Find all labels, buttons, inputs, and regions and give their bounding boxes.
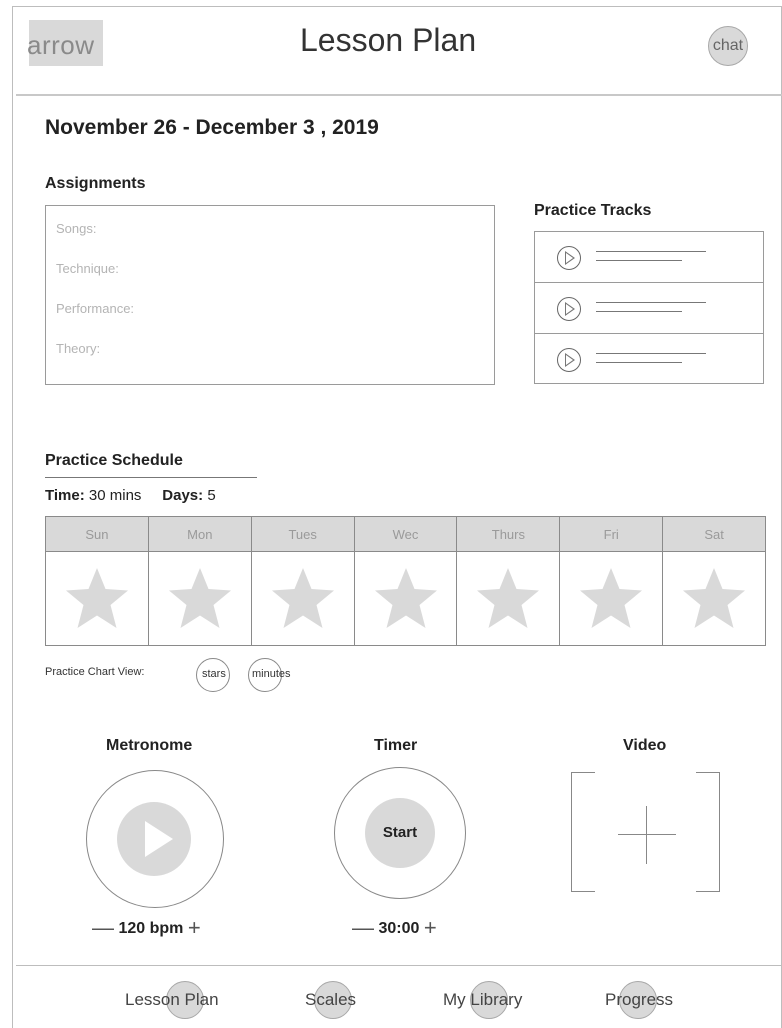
star-icon: [477, 568, 540, 628]
day-star-cell[interactable]: [663, 565, 765, 636]
star-icon: [580, 568, 643, 628]
day-label: Wec: [354, 517, 457, 552]
nav-my-library[interactable]: My Library: [443, 978, 543, 1024]
star-icon: [374, 568, 437, 628]
track-subtitle-placeholder: [596, 362, 682, 363]
assignment-songs: Songs:: [56, 221, 97, 236]
timer-title: Timer: [374, 737, 418, 754]
timer-controls: — 30:00 +: [352, 913, 437, 940]
bottom-nav-divider: [16, 965, 782, 966]
practice-track[interactable]: [535, 232, 763, 283]
play-icon: [145, 821, 173, 857]
track-subtitle-placeholder: [596, 260, 682, 261]
day-star-cell[interactable]: [457, 565, 559, 636]
days-value: 5: [207, 487, 216, 504]
play-triangle-icon: [565, 353, 575, 367]
nav-my-library-label: My Library: [443, 990, 523, 1009]
timer-value: 30:00: [378, 920, 420, 937]
assignment-theory: Theory:: [56, 341, 101, 356]
assignments-box[interactable]: Songs: Technique: Performance: Theory:: [45, 205, 495, 385]
metronome-title: Metronome: [106, 737, 193, 754]
add-video-icon-vertical[interactable]: [646, 806, 647, 864]
video-frame-right: [696, 772, 720, 892]
metronome-controls: — 120 bpm +: [92, 913, 201, 940]
video-frame-left: [571, 772, 595, 892]
day-column: Sun: [46, 517, 149, 645]
star-icon: [683, 568, 746, 628]
nav-lesson-plan-label: Lesson Plan: [125, 990, 219, 1009]
play-triangle-icon: [565, 251, 575, 265]
practice-tracks-list: [534, 231, 764, 384]
back-arrow-button[interactable]: arrow: [27, 20, 103, 66]
days-label: Days:: [162, 487, 204, 504]
day-label: Mon: [148, 517, 251, 552]
day-star-cell[interactable]: [355, 565, 457, 636]
metronome-bpm-value: 120 bpm: [118, 920, 184, 937]
star-icon: [168, 568, 231, 628]
metronome-decrease-button[interactable]: —: [92, 915, 114, 940]
track-subtitle-placeholder: [596, 311, 682, 312]
day-column: Mon: [148, 517, 252, 645]
page-title: Lesson Plan: [300, 22, 477, 58]
play-triangle-icon: [565, 302, 575, 316]
day-column: Fri: [560, 517, 664, 645]
track-title-placeholder: [596, 251, 706, 252]
nav-lesson-plan[interactable]: Lesson Plan: [125, 978, 235, 1024]
add-video-icon[interactable]: [618, 834, 676, 835]
assignments-heading: Assignments: [45, 175, 146, 192]
time-label: Time:: [45, 487, 85, 504]
day-column: Tues: [251, 517, 355, 645]
metronome-play-button[interactable]: [117, 802, 191, 876]
practice-track[interactable]: [535, 334, 763, 385]
day-star-cell[interactable]: [149, 565, 251, 636]
video-title: Video: [623, 737, 667, 754]
nav-progress-label: Progress: [605, 990, 674, 1009]
day-label: Sun: [46, 517, 148, 552]
day-label: Sat: [663, 517, 766, 552]
day-star-cell[interactable]: [252, 565, 354, 636]
practice-track[interactable]: [535, 283, 763, 334]
nav-scales[interactable]: Scales: [305, 978, 385, 1024]
star-icon: [65, 568, 128, 628]
time-value: 30 mins: [88, 487, 142, 504]
week-chart: Sun Mon Tues Wec Thurs Fri Sat: [45, 516, 766, 646]
metronome-increase-button[interactable]: +: [188, 915, 201, 940]
timer-decrease-button[interactable]: —: [352, 915, 374, 940]
track-title-placeholder: [596, 353, 706, 354]
chat-button[interactable]: chat: [708, 26, 748, 66]
day-label: Fri: [560, 517, 663, 552]
day-column: Wec: [354, 517, 458, 645]
assignment-performance: Performance:: [56, 301, 135, 316]
back-arrow-label: arrow: [27, 30, 95, 60]
stars-toggle-label: stars: [202, 668, 226, 680]
day-column: Thurs: [457, 517, 561, 645]
nav-progress[interactable]: Progress: [605, 978, 695, 1024]
date-range: November 26 - December 3 , 2019: [45, 116, 379, 139]
practice-tracks-heading: Practice Tracks: [534, 202, 652, 219]
divider: [45, 477, 257, 478]
day-label: Thurs: [457, 517, 560, 552]
day-column: Sat: [663, 517, 766, 645]
track-title-placeholder: [596, 302, 706, 303]
nav-scales-label: Scales: [305, 990, 357, 1009]
day-star-cell[interactable]: [46, 565, 148, 636]
day-star-cell[interactable]: [560, 565, 662, 636]
timer-increase-button[interactable]: +: [424, 915, 437, 940]
minutes-toggle-label: minutes: [252, 668, 291, 680]
timer-start-button[interactable]: Start: [365, 798, 435, 868]
day-label: Tues: [251, 517, 354, 552]
chart-view-label: Practice Chart View:: [45, 666, 145, 678]
star-icon: [271, 568, 334, 628]
practice-schedule-heading: Practice Schedule: [45, 452, 183, 469]
time-days-summary: Time: 30 mins Days: 5: [45, 487, 216, 504]
assignment-technique: Technique:: [56, 261, 119, 276]
